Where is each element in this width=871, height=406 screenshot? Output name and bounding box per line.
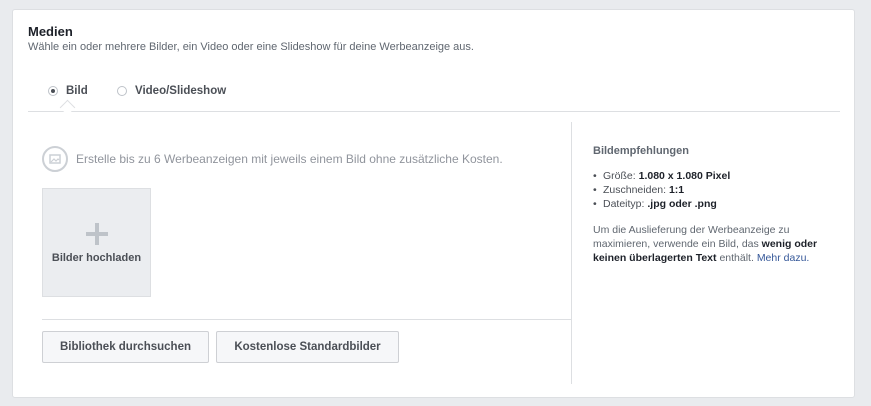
desc-text: Um die Auslieferung der Werbeanzeige zu … [593, 224, 790, 250]
tab-bild-label: Bild [66, 85, 88, 97]
info-row: Erstelle bis zu 6 Werbeanzeigen mit jewe… [42, 146, 503, 172]
list-item: Größe: 1.080 x 1.080 Pixel [593, 169, 828, 183]
rec-label-size: Größe: [603, 170, 636, 182]
vertical-divider [571, 122, 572, 384]
upload-label: Bilder hochladen [51, 252, 142, 264]
section-subtitle: Wähle ein oder mehrere Bilder, ein Video… [28, 41, 474, 53]
rec-value-crop: 1:1 [668, 184, 685, 196]
rec-label-crop: Zuschneiden: [603, 184, 667, 196]
list-item: Zuschneiden: 1:1 [593, 183, 828, 197]
media-type-tabs: Bild Video/Slideshow [28, 80, 840, 116]
recommendations-description: Um die Auslieferung der Werbeanzeige zu … [593, 223, 828, 265]
rec-value-size: 1.080 x 1.080 Pixel [638, 170, 731, 182]
learn-more-link[interactable]: Mehr dazu. [757, 252, 810, 264]
plus-icon [86, 223, 108, 245]
media-card: Medien Wähle ein oder mehrere Bilder, ei… [12, 9, 855, 398]
radio-video-slideshow[interactable] [117, 86, 127, 96]
radio-bild[interactable] [48, 86, 58, 96]
recommendations-title: Bildempfehlungen [593, 145, 689, 157]
tab-video-slideshow[interactable]: Video/Slideshow [117, 85, 226, 97]
desc-text-end: enthält. [719, 252, 754, 264]
free-stock-images-button[interactable]: Kostenlose Standardbilder [216, 331, 399, 363]
list-item: Dateityp: .jpg oder .png [593, 197, 828, 211]
tab-bild[interactable]: Bild [48, 85, 88, 97]
image-icon [42, 146, 68, 172]
info-text: Erstelle bis zu 6 Werbeanzeigen mit jewe… [76, 152, 503, 166]
recommendations-list: Größe: 1.080 x 1.080 Pixel Zuschneiden: … [593, 169, 828, 211]
image-recommendations: Bildempfehlungen Größe: 1.080 x 1.080 Pi… [593, 145, 828, 265]
upload-images-tile[interactable]: Bilder hochladen [42, 188, 151, 297]
section-title: Medien [28, 24, 73, 39]
selected-tab-caret [59, 99, 76, 116]
rec-label-filetype: Dateityp: [603, 198, 645, 210]
horizontal-divider [42, 319, 571, 320]
rec-value-filetype: .jpg oder .png [647, 198, 717, 210]
browse-library-button[interactable]: Bibliothek durchsuchen [42, 331, 209, 363]
tab-video-label: Video/Slideshow [135, 85, 227, 97]
